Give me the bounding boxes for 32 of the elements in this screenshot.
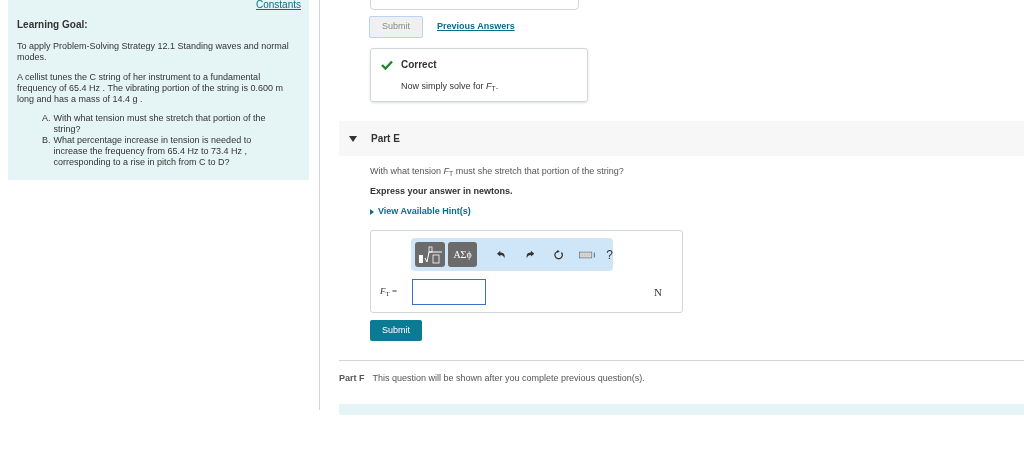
instruction-text: Express your answer in newtons. <box>370 184 514 198</box>
symbols-button[interactable]: ΑΣϕ <box>447 242 478 267</box>
feedback-message: Now simply solve for F$_{T}$. <box>401 80 499 94</box>
constants-link[interactable]: Constants <box>255 0 301 10</box>
list-marker: A. <box>42 113 51 125</box>
collapse-triangle-icon <box>349 135 357 142</box>
learning-goal-heading: Learning Goal: <box>16 18 89 32</box>
answer-label: F$_{T}$ = <box>380 285 398 299</box>
feedback-title: Correct <box>401 58 438 72</box>
paragraph: To apply Problem-Solving Strategy 12.1 Standing waves and normal modes. <box>17 41 290 63</box>
unit-label: N <box>654 285 662 300</box>
previous-answers-link[interactable]: Previous Answers <box>437 20 515 34</box>
templates-button[interactable] <box>415 242 445 267</box>
question-item: With what tension must she stretch that portion of the string? <box>53 113 267 135</box>
undo-icon[interactable] <box>497 250 506 259</box>
checkmark-icon <box>381 60 393 70</box>
reset-icon[interactable] <box>553 248 564 261</box>
question-text: With what tension F$_{T}$ must she stretch that portion of the string? <box>370 165 625 179</box>
part-label: Part F <box>339 372 365 385</box>
help-button[interactable]: ? <box>606 245 613 264</box>
part-header[interactable]: Part E <box>339 121 1024 156</box>
list-marker: B. <box>42 135 51 147</box>
redo-icon[interactable] <box>525 250 534 259</box>
view-hints-link[interactable]: View Available Hint(s) <box>370 205 471 219</box>
answer-input[interactable] <box>412 279 486 305</box>
question-item: What percentage increase in tension is needed to increase the frequency from 65.4 Hz to 73.4 Hz , corresponding to a rise in pitch from C to D? <box>53 135 253 168</box>
locked-part-message: This question will be shown after you complete previous question(s). <box>372 372 645 385</box>
keyboard-icon[interactable] <box>578 250 596 259</box>
expand-triangle-icon <box>370 209 374 215</box>
fraction-root-icon <box>416 245 443 264</box>
paragraph: A cellist tunes the C string of her instrument to a fundamental frequency of 65.4 Hz . The vibrating portion of the string is 0.600 m long and has a mass of 14.4 g . <box>17 72 284 105</box>
submit-button[interactable]: Submit <box>370 320 422 341</box>
